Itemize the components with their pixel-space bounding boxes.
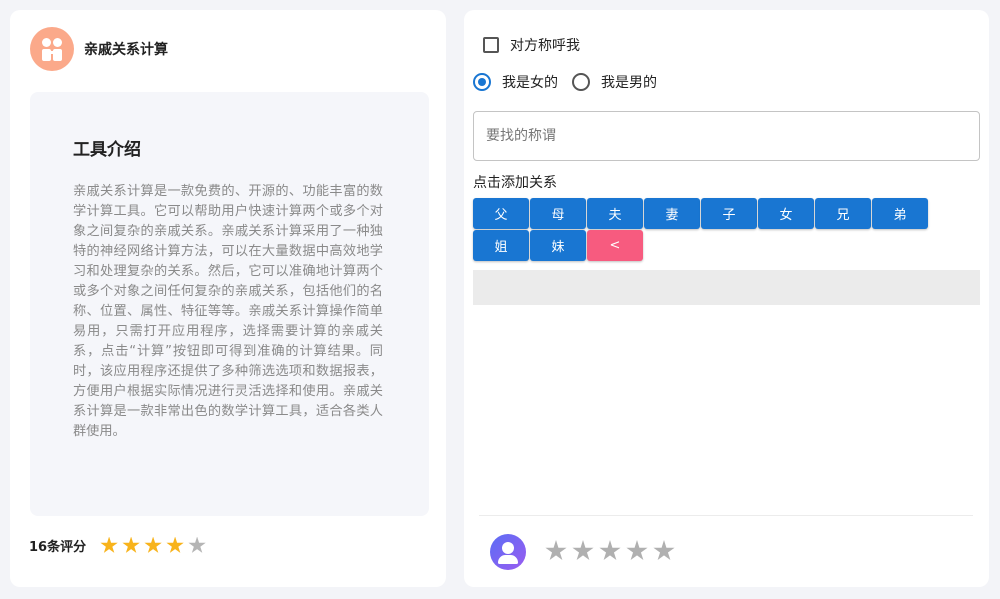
user-avatar-icon[interactable]	[490, 534, 526, 570]
gender-option-male[interactable]: 我是男的	[572, 72, 657, 92]
reverse-call-option[interactable]: 对方称呼我	[483, 35, 580, 55]
star-icon	[144, 536, 162, 553]
rating-summary: 16条评分	[29, 536, 206, 555]
reverse-call-label: 对方称呼我	[510, 38, 580, 54]
star-icon	[188, 536, 206, 553]
relation-button[interactable]: 夫	[587, 198, 643, 229]
title-search-input[interactable]	[473, 111, 980, 161]
star-icon[interactable]	[626, 540, 648, 561]
relation-button[interactable]: 妹	[530, 230, 586, 261]
family-icon	[30, 27, 74, 71]
user-rating-stars	[545, 540, 675, 562]
star-icon[interactable]	[653, 540, 675, 561]
intro-text: 亲戚关系计算是一款免费的、开源的、功能丰富的数学计算工具。它可以帮助用户快速计算…	[73, 184, 383, 439]
rating-count: 16条评分	[29, 540, 87, 555]
result-display	[473, 270, 980, 305]
tool-title: 亲戚关系计算	[84, 42, 168, 58]
radio-male[interactable]	[572, 73, 590, 91]
tool-info-card: 亲戚关系计算 工具介绍 亲戚关系计算是一款免费的、开源的、功能丰富的数学计算工具…	[10, 10, 446, 587]
star-icon	[122, 536, 140, 553]
reverse-call-checkbox[interactable]	[483, 37, 499, 53]
relation-button[interactable]: 姐	[473, 230, 529, 261]
radio-female[interactable]	[473, 73, 491, 91]
gender-female-label: 我是女的	[502, 75, 558, 91]
gender-option-female[interactable]: 我是女的	[473, 72, 558, 92]
relation-button[interactable]: 弟	[872, 198, 928, 229]
relation-button[interactable]: 子	[701, 198, 757, 229]
add-relation-label: 点击添加关系	[473, 175, 557, 191]
backspace-button[interactable]: <	[587, 230, 643, 261]
intro-heading: 工具介绍	[73, 140, 141, 160]
relation-buttons: 父母夫妻子女兄弟姐妹 <	[473, 198, 929, 261]
star-icon[interactable]	[545, 540, 567, 561]
divider	[479, 515, 973, 516]
gender-radio-group: 我是女的 我是男的	[473, 72, 671, 92]
star-icon[interactable]	[599, 540, 621, 561]
calculator-card: 对方称呼我 我是女的 我是男的 点击添加关系 父母夫妻子女兄弟姐妹<	[464, 10, 989, 587]
star-icon[interactable]	[572, 540, 594, 561]
relation-button[interactable]: 妻	[644, 198, 700, 229]
gender-male-label: 我是男的	[601, 75, 657, 91]
rating-stars	[100, 536, 206, 555]
tool-header: 亲戚关系计算	[30, 27, 168, 71]
star-icon	[100, 536, 118, 553]
intro-panel: 工具介绍 亲戚关系计算是一款免费的、开源的、功能丰富的数学计算工具。它可以帮助用…	[30, 92, 429, 516]
relation-button[interactable]: 父	[473, 198, 529, 229]
star-icon	[166, 536, 184, 553]
relation-button[interactable]: 母	[530, 198, 586, 229]
relation-button[interactable]: 兄	[815, 198, 871, 229]
relation-button[interactable]: 女	[758, 198, 814, 229]
